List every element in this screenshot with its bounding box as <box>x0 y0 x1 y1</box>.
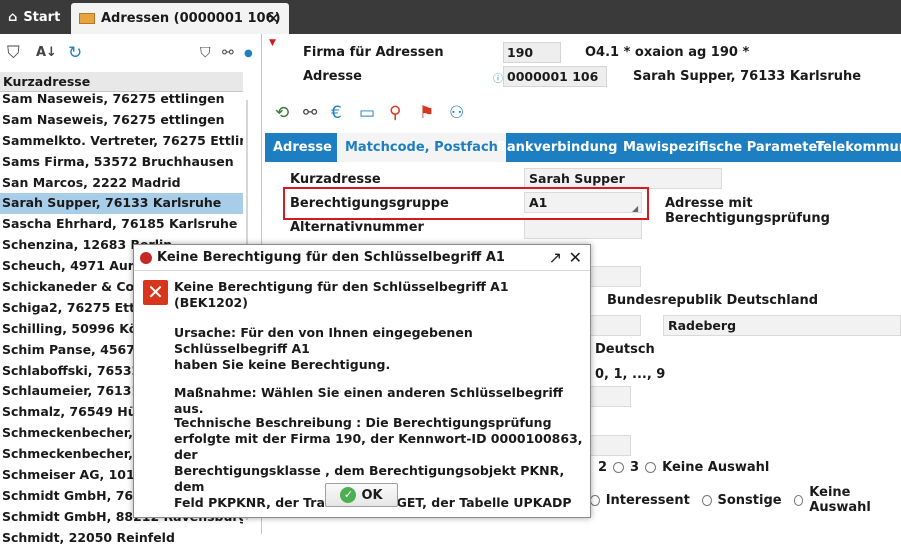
map-pin-icon[interactable]: ⚲ <box>389 103 401 123</box>
radio-option-keine[interactable]: Keine Auswahl <box>809 485 901 515</box>
partial-field-3[interactable] <box>585 386 631 407</box>
dialog-title: Keine Berechtigung für den Schlüsselbegr… <box>157 250 505 265</box>
radio-button-keine[interactable] <box>793 494 804 506</box>
tab-start-label: Start <box>23 9 61 25</box>
tab-adresse[interactable]: Adresse <box>265 133 340 162</box>
contacts-icon[interactable]: ⚇ <box>449 103 464 123</box>
adresse-label: Adresse <box>303 69 362 84</box>
close-icon[interactable]: ✕ <box>267 9 280 28</box>
firma-label: Firma für Adressen <box>303 45 444 60</box>
binoculars-search-icon[interactable]: ⚯ <box>303 103 317 123</box>
home-icon: ⌂ <box>8 9 18 25</box>
adresse-field[interactable]: 0000001 106 <box>503 66 607 87</box>
list-item[interactable]: Sams Firma, 53572 Bruchhausen <box>0 152 243 173</box>
list-item[interactable]: Sammelkto. Vertreter, 76275 Ettlinge <box>0 131 243 152</box>
tab-bankverbindung[interactable]: Bankverbindung <box>489 133 625 162</box>
dialog-heading: Keine Berechtigung für den Schlüsselbegr… <box>174 279 509 310</box>
maximize-icon[interactable]: ↗ <box>549 248 562 267</box>
refresh-icon[interactable]: ↻ <box>68 43 82 63</box>
detail-tabs: Adresse Matchcode, Postfach Bankverbindu… <box>265 133 901 162</box>
radio-option-interessent[interactable]: Interessent <box>606 493 690 508</box>
dialog-titlebar: Keine Berechtigung für den Schlüsselbegr… <box>134 245 590 271</box>
radio-button-sonstige[interactable] <box>701 494 712 506</box>
highlight-box <box>283 187 649 220</box>
radio-button-interessent[interactable] <box>590 494 600 506</box>
history-icon[interactable]: ⟲ <box>275 103 289 123</box>
kurzadresse-field[interactable]: Sarah Supper <box>524 168 722 189</box>
error-icon: ✕ <box>143 280 168 305</box>
list-item[interactable]: Schmidt, 22050 Reinfeld <box>0 528 243 549</box>
filter-clear-icon[interactable]: ⛉ <box>200 45 211 61</box>
binoculars-icon[interactable]: ⚯ <box>222 45 234 61</box>
app-logo-icon <box>140 251 152 264</box>
partial-field-4[interactable] <box>585 435 631 456</box>
language-text: Deutsch <box>595 342 655 357</box>
firma-field[interactable]: 190 <box>503 42 561 63</box>
list-item[interactable]: Sascha Ehrhard, 76185 Karlsruhe <box>0 214 243 235</box>
dot-indicator-icon: ● <box>244 48 253 59</box>
flag-icon[interactable]: ⚑ <box>419 103 434 123</box>
radio-option-2[interactable]: 2 <box>598 460 607 475</box>
dialog-cause: Ursache: Für den von Ihnen eingegebenen … <box>174 325 473 372</box>
adresse-description: Sarah Supper, 76133 Karlsruhe <box>633 69 862 84</box>
list-item[interactable]: Sarah Supper, 76133 Karlsruhe <box>0 193 243 215</box>
radio-group-1: 2 3 Keine Auswahl <box>598 460 769 475</box>
check-icon: ✓ <box>340 487 357 503</box>
radio-option-sonstige[interactable]: Sonstige <box>718 493 782 508</box>
radio-group-2: Interessent Sonstige Keine Auswahl <box>590 485 901 515</box>
alternativnummer-field[interactable] <box>524 218 642 239</box>
error-dialog: Keine Berechtigung für den Schlüsselbegr… <box>133 244 591 518</box>
partial-field-2[interactable] <box>585 315 641 336</box>
info-icon[interactable]: ⓘ <box>493 70 503 85</box>
tab-matchcode-postfach[interactable]: Matchcode, Postfach <box>337 133 506 162</box>
radio-option-3[interactable]: 3 <box>630 460 639 475</box>
tab-start[interactable]: ⌂ Start <box>0 0 68 34</box>
list-item[interactable]: Sam Naseweis, 76275 ettlingen <box>0 110 243 131</box>
list-item[interactable]: Sam Naseweis, 76275 ettlingen <box>0 89 243 110</box>
collapse-arrow-icon[interactable]: ▼ <box>269 38 276 48</box>
top-tab-bar: ⌂ Start Adressen (0000001 106) ✕ <box>0 0 901 34</box>
partial-field-1[interactable] <box>585 266 641 287</box>
alternativnummer-label: Alternativnummer <box>290 220 424 235</box>
city-field[interactable]: Radeberg <box>663 315 901 336</box>
dialog-close-icon[interactable]: ✕ <box>569 248 582 267</box>
radio-button-3[interactable] <box>613 462 625 473</box>
firma-description: O4.1 * oxaion ag 190 * <box>585 45 750 60</box>
ok-button[interactable]: ✓ OK <box>325 483 398 507</box>
tab-telekommunikation[interactable]: Telekommuni <box>808 133 901 162</box>
sort-az-icon[interactable]: A↓ <box>36 45 57 60</box>
card-icon[interactable]: ▭ <box>359 103 375 123</box>
list-toolbar: ⛉ A↓ ↻ ⛉ ⚯ ● <box>0 34 262 72</box>
euro-icon[interactable]: € <box>331 103 342 123</box>
tab-addresses-label: Adressen (0000001 106) <box>101 11 281 26</box>
digits-text: 0, 1, ..., 9 <box>595 367 666 382</box>
radio-option-none[interactable]: Keine Auswahl <box>662 460 769 475</box>
dialog-measure: Maßnahme: Wählen Sie einen anderen Schlü… <box>174 385 563 416</box>
radio-button-none[interactable] <box>645 462 657 473</box>
berechtigung-note: Adresse mit Berechtigungsprüfung <box>665 196 830 226</box>
tab-mawispezifische-parameter[interactable]: Mawispezifische Parameter <box>615 133 832 162</box>
kurzadresse-label: Kurzadresse <box>290 172 381 187</box>
filter-icon[interactable]: ⛉ <box>7 43 20 63</box>
address-card-icon <box>79 13 95 24</box>
ok-label: OK <box>361 487 383 503</box>
country-text: Bundesrepublik Deutschland <box>607 293 819 308</box>
tab-addresses[interactable]: Adressen (0000001 106) ✕ <box>71 3 289 34</box>
list-item[interactable]: San Marcos, 2222 Madrid <box>0 173 243 194</box>
